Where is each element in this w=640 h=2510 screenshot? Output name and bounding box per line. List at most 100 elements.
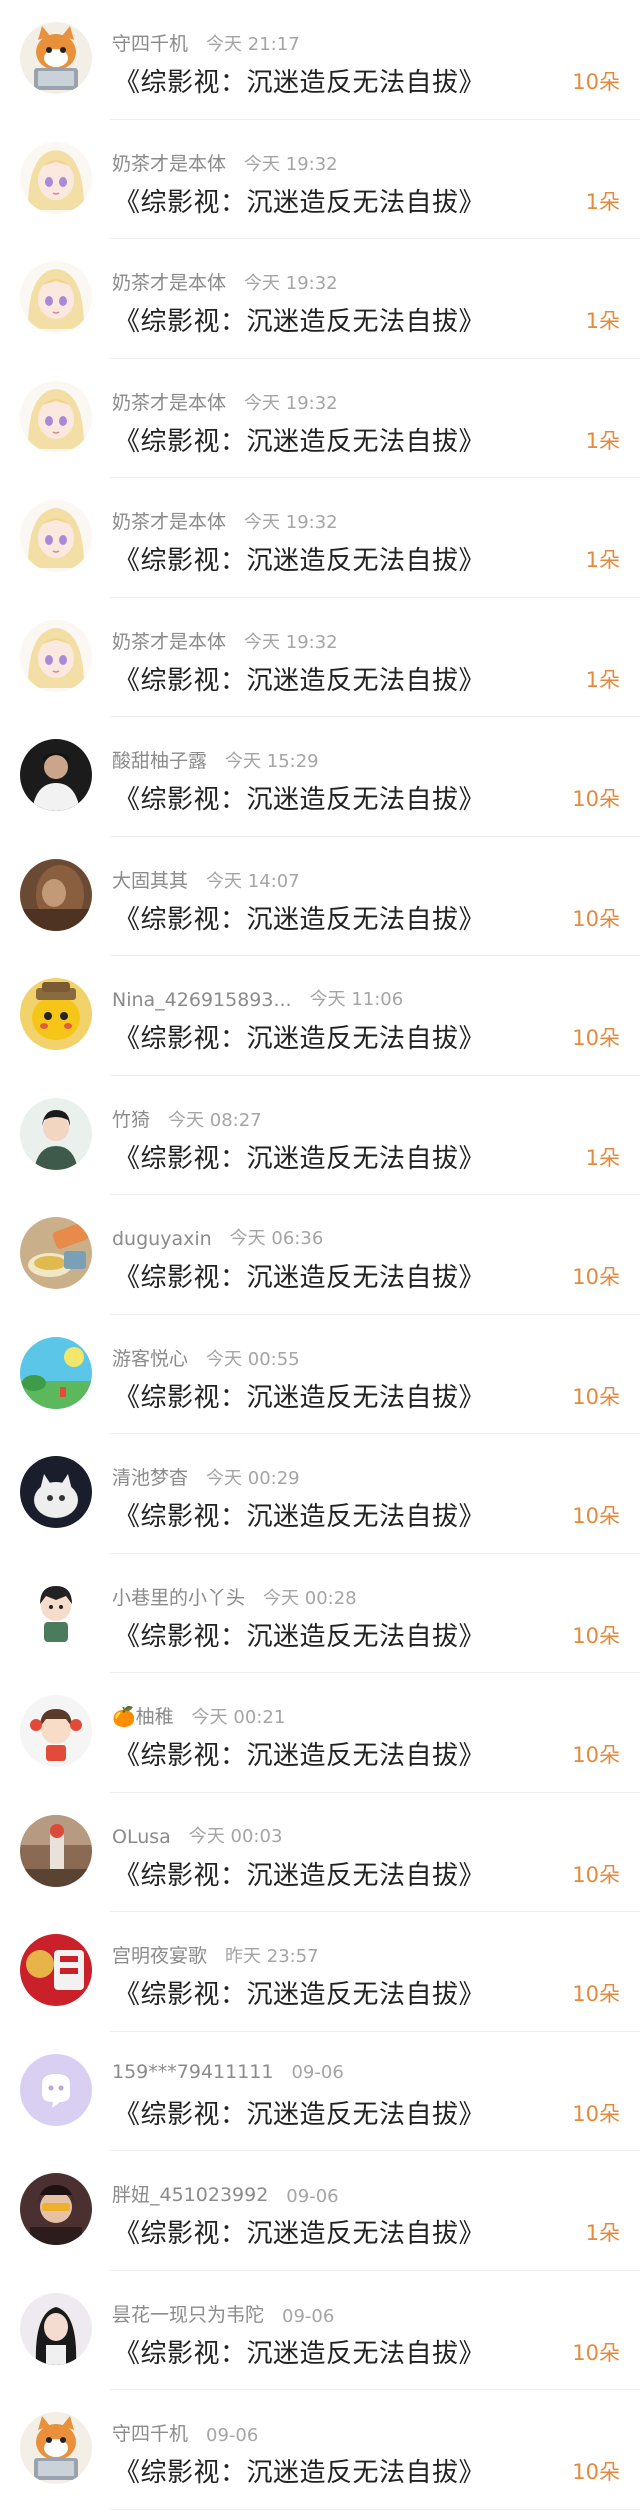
gift-record-row[interactable]: duguyaxin 今天 06:36 《综影视：沉迷造反无法自拔》 10朵 xyxy=(0,1195,640,1315)
username[interactable]: 宫明夜宴歌 xyxy=(112,1941,207,1968)
username[interactable]: 清池梦杳 xyxy=(112,1463,188,1490)
book-title: 《综影视：沉迷造反无法自拔》 xyxy=(114,2099,486,2130)
gift-record-row[interactable]: 奶茶才是本体 今天 19:32 《综影视：沉迷造反无法自拔》 1朵 xyxy=(0,359,640,478)
book-title: 《综影视：沉迷造反无法自拔》 xyxy=(114,1143,486,1174)
gift-record-row[interactable]: 胖妞_451023992 09-06 《综影视：沉迷造反无法自拔》 1朵 xyxy=(0,2151,640,2271)
gift-count: 1朵 xyxy=(585,667,620,692)
username[interactable]: 酸甜柚子露 xyxy=(112,746,207,773)
book-title: 《综影视：沉迷造反无法自拔》 xyxy=(114,1263,486,1293)
avatar[interactable] xyxy=(20,739,92,811)
book-title: 《综影视：沉迷造反无法自拔》 xyxy=(114,1621,486,1652)
username[interactable]: 🍊柚稚 xyxy=(112,1702,174,1729)
timestamp: 今天 00:55 xyxy=(206,1348,300,1370)
gift-record-row[interactable]: 大固其其 今天 14:07 《综影视：沉迷造反无法自拔》 10朵 xyxy=(0,837,640,956)
gift-record-row[interactable]: 竹猗 今天 08:27 《综影视：沉迷造反无法自拔》 1朵 xyxy=(0,1076,640,1195)
avatar[interactable] xyxy=(20,619,92,692)
avatar[interactable] xyxy=(20,1695,92,1767)
book-title: 《综影视：沉迷造反无法自拔》 xyxy=(114,307,486,337)
avatar[interactable] xyxy=(20,1934,92,2006)
gift-record-row[interactable]: 游客悦心 今天 00:55 《综影视：沉迷造反无法自拔》 10朵 xyxy=(0,1315,640,1434)
gift-record-row[interactable]: 酸甜柚子露 今天 15:29 《综影视：沉迷造反无法自拔》 10朵 xyxy=(0,717,640,837)
gift-count: 1朵 xyxy=(585,548,620,572)
book-title: 《综影视：沉迷造反无法自拔》 xyxy=(114,1741,486,1771)
anime-girl-avatar-icon xyxy=(20,380,92,453)
username[interactable]: 奶茶才是本体 xyxy=(112,627,226,654)
book-title: 《综影视：沉迷造反无法自拔》 xyxy=(114,1860,486,1891)
username[interactable]: 竹猗 xyxy=(112,1105,150,1132)
gift-record-row[interactable]: 守四千机 今天 21:17 《综影视：沉迷造反无法自拔》 10朵 xyxy=(0,0,640,120)
gift-count: 1朵 xyxy=(585,1145,620,1170)
row-meta: 宫明夜宴歌 昨天 23:57 xyxy=(112,1941,319,1968)
username[interactable]: 小巷里的小丫头 xyxy=(112,1583,245,1610)
brown-photo-avatar-icon xyxy=(20,858,92,931)
avatar[interactable] xyxy=(20,978,92,1050)
gift-record-row[interactable]: 奶茶才是本体 今天 19:32 《综影视：沉迷造反无法自拔》 1朵 xyxy=(0,598,640,717)
username[interactable]: 奶茶才是本体 xyxy=(112,268,226,295)
gift-record-row[interactable]: 159***79411111 09-06 《综影视：沉迷造反无法自拔》 10朵 xyxy=(0,2032,640,2151)
avatar[interactable] xyxy=(20,1097,92,1170)
gift-count: 10朵 xyxy=(572,1265,620,1289)
gift-record-row[interactable]: 奶茶才是本体 今天 19:32 《综影视：沉迷造反无法自拔》 1朵 xyxy=(0,478,640,598)
gift-count: 10朵 xyxy=(572,1743,620,1767)
row-meta: 奶茶才是本体 今天 19:32 xyxy=(112,507,338,534)
row-meta: 奶茶才是本体 今天 19:32 xyxy=(112,149,338,176)
username[interactable]: 游客悦心 xyxy=(112,1344,188,1371)
gift-record-row[interactable]: Nina_426915893... 今天 11:06 《综影视：沉迷造反无法自拔》… xyxy=(0,956,640,1076)
username[interactable]: 奶茶才是本体 xyxy=(112,507,226,534)
username[interactable]: OLusa xyxy=(112,1826,171,1848)
avatar[interactable] xyxy=(20,500,92,572)
avatar[interactable] xyxy=(20,1575,92,1648)
yellow-character-avatar-icon xyxy=(20,978,92,1050)
cat-laptop-avatar-icon xyxy=(20,22,92,94)
gift-record-row[interactable]: 宫明夜宴歌 昨天 23:57 《综影视：沉迷造反无法自拔》 10朵 xyxy=(0,1912,640,2032)
gift-record-row[interactable]: 昙花一现只为韦陀 09-06 《综影视：沉迷造反无法自拔》 10朵 xyxy=(0,2271,640,2390)
gift-record-row[interactable]: 奶茶才是本体 今天 19:32 《综影视：沉迷造反无法自拔》 1朵 xyxy=(0,239,640,359)
username[interactable]: Nina_426915893... xyxy=(112,989,292,1011)
row-meta: 奶茶才是本体 今天 19:32 xyxy=(112,627,338,654)
username[interactable]: 昙花一现只为韦陀 xyxy=(112,2300,264,2327)
username[interactable]: duguyaxin xyxy=(112,1228,212,1250)
gift-record-row[interactable]: 小巷里的小丫头 今天 00:28 《综影视：沉迷造反无法自拔》 10朵 xyxy=(0,1554,640,1673)
username[interactable]: 大固其其 xyxy=(112,866,188,893)
avatar[interactable] xyxy=(20,2173,92,2245)
row-meta: OLusa 今天 00:03 xyxy=(112,1822,282,1848)
gift-count: 10朵 xyxy=(572,1982,620,2006)
gift-record-row[interactable]: 🍊柚稚 今天 00:21 《综影视：沉迷造反无法自拔》 10朵 xyxy=(0,1673,640,1793)
avatar[interactable] xyxy=(20,2053,92,2126)
username[interactable]: 守四千机 xyxy=(112,2419,188,2446)
avatar[interactable] xyxy=(20,1456,92,1528)
avatar[interactable] xyxy=(20,858,92,931)
avatar[interactable] xyxy=(20,141,92,214)
avatar[interactable] xyxy=(20,2412,92,2484)
avatar[interactable] xyxy=(20,1814,92,1887)
gift-record-row[interactable]: OLusa 今天 00:03 《综影视：沉迷造反无法自拔》 10朵 xyxy=(0,1793,640,1912)
book-title: 《综影视：沉迷造反无法自拔》 xyxy=(114,1980,486,2010)
username[interactable]: 守四千机 xyxy=(112,29,188,56)
cartoon-boy-avatar-icon xyxy=(20,1575,92,1648)
anime-girl-avatar-icon xyxy=(20,500,92,572)
username[interactable]: 159***79411111 xyxy=(112,2061,273,2083)
row-meta: Nina_426915893... 今天 11:06 xyxy=(112,985,403,1011)
username[interactable]: 胖妞_451023992 xyxy=(112,2180,268,2207)
avatar[interactable] xyxy=(20,2292,92,2365)
avatar[interactable] xyxy=(20,1336,92,1409)
timestamp: 今天 21:17 xyxy=(206,34,300,55)
cat-laptop-avatar-icon xyxy=(20,2412,92,2484)
gift-record-row[interactable]: 清池梦杳 今天 00:29 《综影视：沉迷造反无法自拔》 10朵 xyxy=(0,1434,640,1554)
gift-count: 1朵 xyxy=(585,309,620,333)
avatar[interactable] xyxy=(20,261,92,333)
username[interactable]: 奶茶才是本体 xyxy=(112,149,226,176)
gift-record-row[interactable]: 奶茶才是本体 今天 19:32 《综影视：沉迷造反无法自拔》 1朵 xyxy=(0,120,640,239)
avatar[interactable] xyxy=(20,380,92,453)
avatar[interactable] xyxy=(20,22,92,94)
username[interactable]: 奶茶才是本体 xyxy=(112,388,226,415)
avatar[interactable] xyxy=(20,1217,92,1289)
interior-photo-avatar-icon xyxy=(20,1814,92,1887)
gift-record-row[interactable]: 守四千机 09-06 《综影视：沉迷造反无法自拔》 10朵 xyxy=(0,2390,640,2510)
gift-count: 10朵 xyxy=(572,1384,620,1409)
timestamp: 今天 19:32 xyxy=(244,631,338,653)
book-title: 《综影视：沉迷造反无法自拔》 xyxy=(114,785,486,815)
book-title: 《综影视：沉迷造反无法自拔》 xyxy=(114,904,486,935)
timestamp: 09-06 xyxy=(291,2061,344,2083)
timestamp: 今天 08:27 xyxy=(168,1109,262,1131)
